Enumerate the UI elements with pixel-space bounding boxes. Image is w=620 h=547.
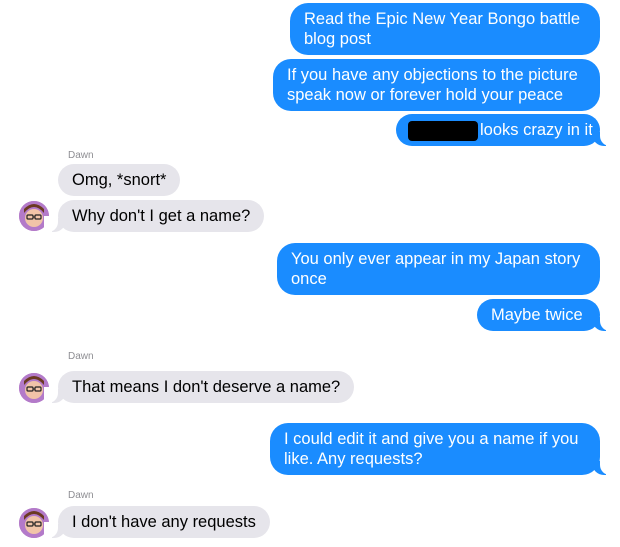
message-text-line: like. Any requests?: [284, 450, 423, 468]
message-text-line: I could edit it and give you a name if y…: [284, 430, 579, 448]
message-text: Why don't I get a name?: [72, 207, 251, 225]
outgoing-message[interactable]: looks crazy in it: [396, 114, 614, 146]
message-text-line: speak now or forever hold your peace: [287, 86, 564, 104]
outgoing-message[interactable]: You only ever appear in my Japan story o…: [277, 243, 600, 295]
message-text-line: You only ever appear in my Japan story: [291, 250, 581, 268]
message-text: I don't have any requests: [72, 513, 256, 531]
message-text: Maybe twice: [491, 306, 583, 324]
incoming-message[interactable]: Why don't I get a name?: [43, 200, 265, 232]
message-text: looks crazy in it: [480, 121, 593, 139]
message-text-line: Read the Epic New Year Bongo battle: [304, 10, 581, 28]
sender-label: Dawn: [68, 490, 94, 501]
message-text-line: If you have any objections to the pictur…: [287, 66, 578, 84]
sender-label: Dawn: [68, 351, 94, 362]
message-text-line: blog post: [304, 30, 371, 48]
sender-label: Dawn: [68, 150, 94, 161]
outgoing-message[interactable]: Read the Epic New Year Bongo battle blog…: [290, 3, 600, 55]
redacted-name-block: [408, 120, 478, 141]
incoming-message[interactable]: Omg, *snort*: [58, 164, 181, 196]
incoming-message[interactable]: I don't have any requests: [44, 506, 270, 538]
outgoing-message[interactable]: I could edit it and give you a name if y…: [270, 423, 614, 475]
incoming-message[interactable]: That means I don't deserve a name?: [43, 371, 355, 403]
outgoing-message[interactable]: If you have any objections to the pictur…: [273, 59, 600, 111]
message-text: That means I don't deserve a name?: [72, 378, 341, 396]
outgoing-message[interactable]: Maybe twice: [477, 299, 614, 331]
message-text-line: once: [291, 270, 327, 288]
message-text: Omg, *snort*: [72, 171, 167, 189]
